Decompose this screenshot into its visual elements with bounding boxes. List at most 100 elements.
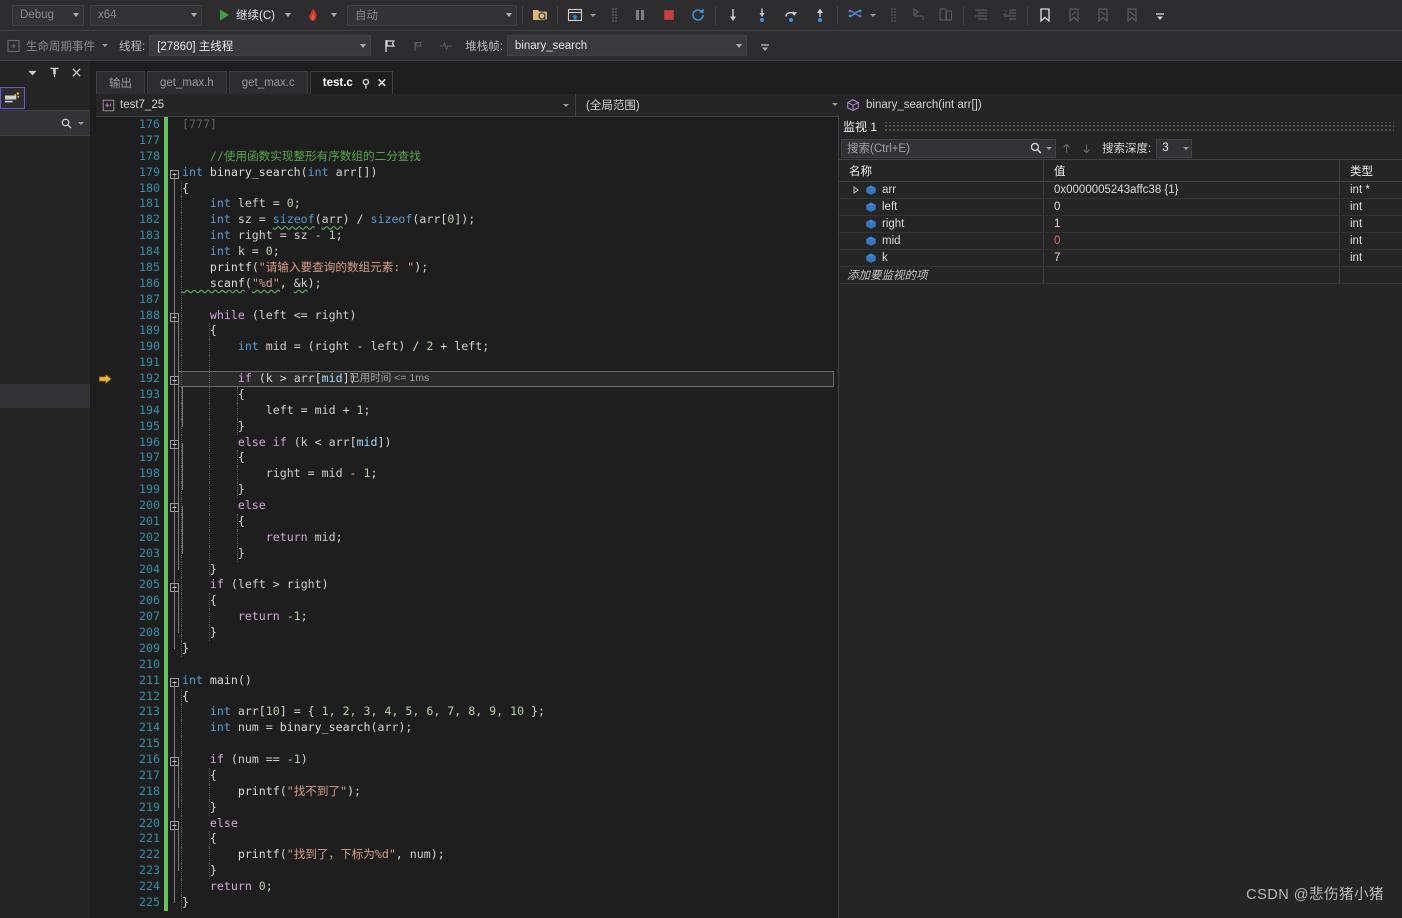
code-line[interactable]: 190 int mid = (right - left) / 2 + left; <box>96 339 838 356</box>
code-line[interactable]: 178 //使用函数实现整形有序数组的二分查找 <box>96 148 838 165</box>
show-call-stack-button[interactable] <box>406 34 430 58</box>
code-line[interactable]: 176 [777] <box>96 117 838 133</box>
code-line[interactable]: 193 { <box>96 386 838 403</box>
code-line[interactable]: 207 return -1; <box>96 609 838 625</box>
step-over-button[interactable] <box>750 3 774 27</box>
watch-row-name-cell[interactable]: k <box>839 250 1044 266</box>
tab-close-icon[interactable]: ✕ <box>377 77 387 89</box>
watch-row[interactable]: k 7 int <box>839 250 1402 267</box>
code-line[interactable]: 181 int left = 0; <box>96 196 838 213</box>
watch-search-prev-button[interactable] <box>1056 138 1076 158</box>
code-line[interactable]: 225} <box>96 894 838 911</box>
next-bookmark-button[interactable] <box>1091 3 1115 27</box>
fold-collapse-icon[interactable] <box>170 374 179 386</box>
code-line[interactable]: 177 <box>96 132 838 149</box>
code-line[interactable]: 223 } <box>96 863 838 879</box>
watch-drag-grip[interactable] <box>884 121 1394 131</box>
diagnostics-button[interactable] <box>434 34 458 58</box>
code-line[interactable]: 217 { <box>96 767 838 784</box>
fold-collapse-icon[interactable] <box>170 168 179 179</box>
code-line[interactable]: 215 <box>96 736 838 752</box>
code-line[interactable]: 221 { <box>96 831 838 848</box>
prev-bookmark-button[interactable] <box>1062 3 1086 27</box>
fold-collapse-icon[interactable] <box>170 819 179 830</box>
code-line[interactable]: 187 <box>96 291 838 308</box>
clear-bookmarks-button[interactable] <box>1120 3 1144 27</box>
code-line[interactable]: 220 else <box>96 815 838 832</box>
tasks-button[interactable] <box>934 3 958 27</box>
code-line[interactable]: 202 return mid; <box>96 529 838 546</box>
chevron-down-icon[interactable] <box>1046 146 1052 150</box>
code-line[interactable]: 188 while (left <= right) <box>96 307 838 324</box>
code-line[interactable]: 185 printf("请输入要查询的数组元素: "); <box>96 259 838 276</box>
left-tool-window-selected-row[interactable] <box>0 384 90 408</box>
code-line[interactable]: 222 printf("找到了，下标为%d", num); <box>96 847 838 864</box>
exception-settings-button[interactable] <box>301 3 341 27</box>
code-line[interactable]: 186 scanf("%d", &k); <box>96 275 838 292</box>
chevron-down-icon[interactable] <box>78 121 84 125</box>
watch-column-header[interactable]: 值 <box>1044 160 1340 181</box>
expand-triangle-icon[interactable] <box>851 186 860 195</box>
show-threads-button[interactable] <box>843 3 880 27</box>
code-line[interactable]: 209} <box>96 640 838 657</box>
navbar-scope-caret[interactable] <box>828 94 838 115</box>
code-line[interactable]: 198 right = mid - 1; <box>96 466 838 483</box>
lifecycle-events-button[interactable]: 生命周期事件 <box>2 34 112 58</box>
toolbar-options-button[interactable] <box>1148 3 1172 27</box>
code-line[interactable]: 194 left = mid + 1; <box>96 402 838 419</box>
code-line[interactable]: 208 } <box>96 625 838 641</box>
step-into-button[interactable] <box>721 3 745 27</box>
chevron-down-icon[interactable] <box>26 66 39 79</box>
code-line[interactable]: 205 if (left > right) <box>96 577 838 594</box>
configuration-combo[interactable]: Debug <box>12 4 84 26</box>
code-line[interactable]: 216 if (num == -1) <box>96 752 838 768</box>
code-line[interactable]: 203 } <box>96 545 838 562</box>
watch-column-header[interactable]: 类型 <box>1340 160 1402 181</box>
code-line[interactable]: 224 return 0; <box>96 879 838 895</box>
fold-collapse-icon[interactable] <box>170 501 179 513</box>
document-tab-get_max.c[interactable]: get_max.c <box>228 71 308 94</box>
code-line[interactable]: 218 printf("找不到了"); <box>96 783 838 800</box>
fold-collapse-icon[interactable] <box>170 438 179 449</box>
watch-variable-value[interactable]: 0x0000005243affc38 {1} <box>1044 182 1340 198</box>
code-line[interactable]: 206 { <box>96 593 838 610</box>
pin-icon[interactable] <box>48 66 61 79</box>
code-line[interactable]: 210 <box>96 656 838 673</box>
code-line[interactable]: 195 } <box>96 418 838 435</box>
watch-row[interactable]: mid 0 int <box>839 233 1402 250</box>
watch-column-header[interactable]: 名称 <box>839 160 1044 181</box>
watch-add-item-value[interactable] <box>1044 267 1340 283</box>
watch-row-name-cell[interactable]: mid <box>839 233 1044 249</box>
parallel-stacks-button[interactable] <box>907 3 931 27</box>
toggle-bookmark-button[interactable] <box>1033 3 1057 27</box>
continue-button[interactable]: 继续(C) <box>212 3 295 27</box>
document-tab-输出[interactable]: 输出 <box>96 71 145 94</box>
code-line[interactable]: 189 { <box>96 323 838 340</box>
code-line[interactable]: 180 { <box>96 180 838 197</box>
fold-collapse-icon[interactable] <box>170 311 179 322</box>
code-line[interactable]: 197 { <box>96 450 838 467</box>
watch-variable-value[interactable]: 0 <box>1044 233 1340 249</box>
restart-button[interactable] <box>686 3 710 27</box>
thread-combo[interactable]: [27860] 主线程 <box>149 35 372 56</box>
open-folder-button[interactable] <box>528 3 552 27</box>
watch-add-item-placeholder[interactable]: 添加要监视的项 <box>839 267 1044 283</box>
code-line[interactable]: 199 } <box>96 482 838 498</box>
watch-search-next-button[interactable] <box>1076 138 1096 158</box>
toolbar-overflow-grip-2[interactable] <box>883 3 907 27</box>
fold-collapse-icon[interactable] <box>170 581 179 592</box>
code-line[interactable]: 211 int main() <box>96 672 838 689</box>
fold-collapse-icon[interactable] <box>170 676 179 687</box>
code-line[interactable]: 200 else <box>96 498 838 514</box>
navbar-member-dropdown[interactable]: binary_search(int arr[]) <box>838 94 1402 115</box>
document-tab-get_max.h[interactable]: get_max.h <box>147 71 227 94</box>
step-out-up-button[interactable] <box>808 3 832 27</box>
code-line[interactable]: 179 int binary_search(int arr[]) <box>96 164 838 181</box>
code-line[interactable]: 192 if (k > arr[mid]) 已用时间 <= 1ms <box>96 371 838 387</box>
toolbar-overflow-grip[interactable] <box>604 3 628 27</box>
stop-debugging-button[interactable] <box>657 3 681 27</box>
fold-collapse-icon[interactable] <box>170 755 179 767</box>
watch-search-input[interactable]: 搜索(Ctrl+E) <box>841 138 1056 158</box>
step-out-button[interactable] <box>779 3 803 27</box>
stackframe-combo[interactable]: binary_search <box>506 35 747 56</box>
